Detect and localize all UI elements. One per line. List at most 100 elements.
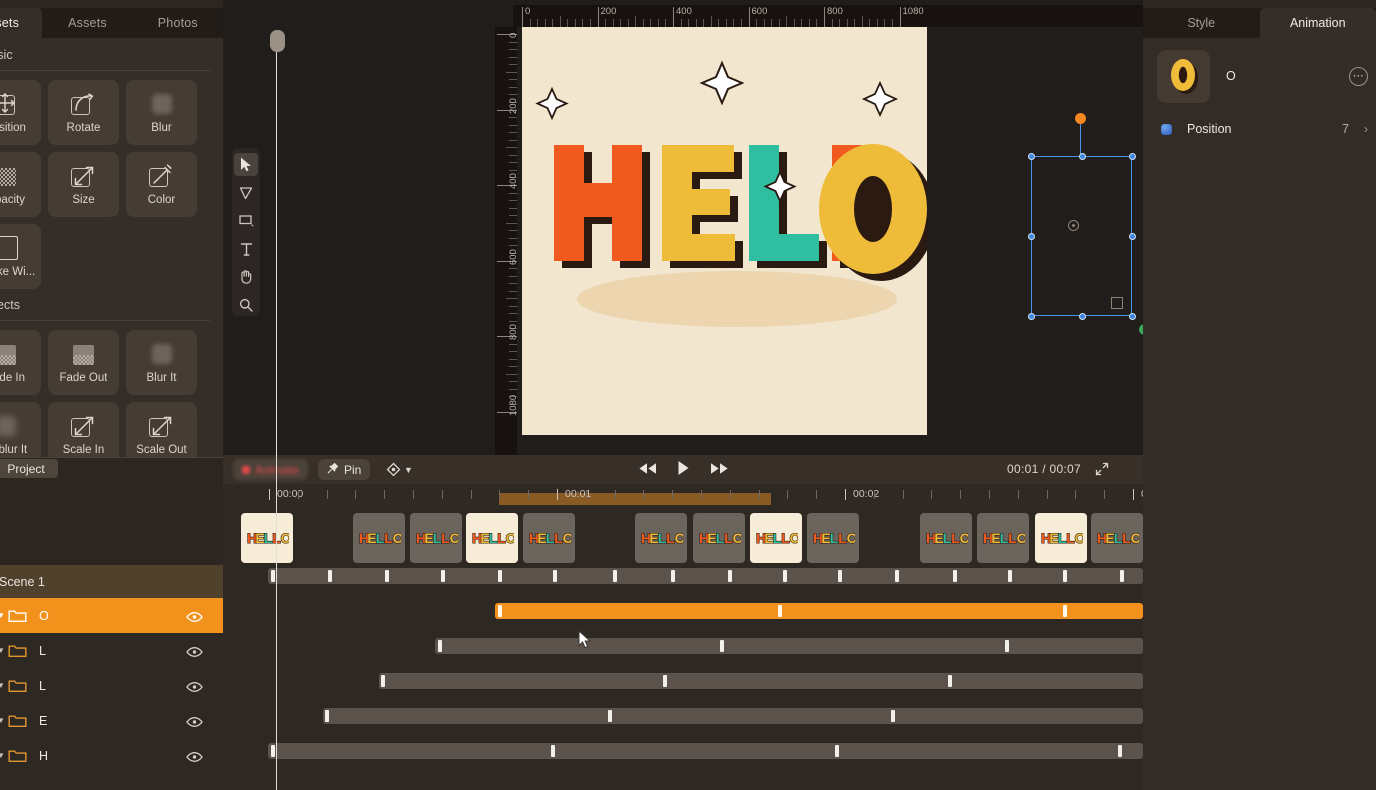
keyframe-marker[interactable] xyxy=(838,570,842,582)
keyframe-marker[interactable] xyxy=(778,605,782,617)
timeline-track[interactable] xyxy=(268,568,1143,584)
filmstrip-frame[interactable]: HELLO xyxy=(241,513,293,563)
rectangle-tool[interactable] xyxy=(234,209,258,232)
keyframe-marker[interactable] xyxy=(328,570,332,582)
preset-position[interactable]: Position xyxy=(0,80,41,145)
chevron-down-icon[interactable]: ▼ xyxy=(0,716,7,725)
play-icon[interactable] xyxy=(677,460,690,481)
keyframe-marker[interactable] xyxy=(271,745,275,757)
keyframe-marker[interactable] xyxy=(720,640,724,652)
keyframe-marker[interactable] xyxy=(948,675,952,687)
chevron-down-icon[interactable]: ▼ xyxy=(404,465,413,475)
tab-presets[interactable]: Presets xyxy=(0,8,43,38)
expand-icon[interactable] xyxy=(1095,462,1109,481)
chevron-right-icon[interactable]: › xyxy=(1364,122,1368,136)
filmstrip-frame[interactable]: HELLO xyxy=(1035,513,1087,563)
direct-select-tool[interactable] xyxy=(234,181,258,204)
keyframe-marker[interactable] xyxy=(553,570,557,582)
chevron-down-icon[interactable]: ▼ xyxy=(0,751,7,760)
animate-record-button[interactable]: Animate xyxy=(233,459,309,480)
keyframe-marker[interactable] xyxy=(441,570,445,582)
preset-scale-out[interactable]: Scale Out xyxy=(126,402,197,458)
preset-fade-in[interactable]: Fade In xyxy=(0,330,41,395)
layer-row-h[interactable]: ▼ H xyxy=(0,738,223,773)
filmstrip-frame[interactable]: HELLO xyxy=(750,513,802,563)
keyframe-diamond-icon[interactable]: ▼ xyxy=(386,462,413,477)
handle-top-right[interactable] xyxy=(1129,153,1136,160)
keyframe-marker[interactable] xyxy=(1005,640,1009,652)
timeline-track[interactable] xyxy=(379,673,1143,689)
keyframe-marker[interactable] xyxy=(381,675,385,687)
selected-object-row[interactable]: O ⋯ xyxy=(1143,48,1376,104)
visibility-eye-icon[interactable] xyxy=(186,610,203,622)
preset-scale-in[interactable]: Scale In xyxy=(48,402,119,458)
playhead-knob[interactable] xyxy=(270,30,285,52)
keyframe-marker[interactable] xyxy=(1008,570,1012,582)
tab-animation[interactable]: Animation xyxy=(1259,8,1376,38)
filmstrip-frame[interactable]: HELLO xyxy=(466,513,518,563)
keyframe-marker[interactable] xyxy=(498,605,502,617)
preset-fade-out[interactable]: Fade Out xyxy=(48,330,119,395)
filmstrip-frame[interactable]: HELLO xyxy=(807,513,859,563)
tab-photos[interactable]: Photos xyxy=(133,8,223,38)
scene-header[interactable]: Scene 1 xyxy=(0,565,223,598)
filmstrip-frame[interactable]: HELLO xyxy=(693,513,745,563)
handle-bottom-center[interactable] xyxy=(1079,313,1086,320)
keyframe-marker[interactable] xyxy=(663,675,667,687)
keyframe-marker[interactable] xyxy=(895,570,899,582)
keyframe-marker[interactable] xyxy=(671,570,675,582)
preset-opacity[interactable]: Opacity xyxy=(0,152,41,217)
layer-row-l1[interactable]: ▼ L xyxy=(0,633,223,668)
filmstrip-frame[interactable]: HELLO xyxy=(410,513,462,563)
handle-bottom-right[interactable] xyxy=(1129,313,1136,320)
filmstrip-frame[interactable]: HELLO xyxy=(353,513,405,563)
keyframe-marker[interactable] xyxy=(613,570,617,582)
layer-row-l2[interactable]: ▼ L xyxy=(0,668,223,703)
timeline-track[interactable] xyxy=(323,708,1143,724)
fast-forward-icon[interactable] xyxy=(710,462,729,480)
zoom-tool[interactable] xyxy=(234,293,258,316)
keyframe-marker[interactable] xyxy=(1118,745,1122,757)
timeline-track[interactable] xyxy=(268,743,1143,759)
transform-anchor-point[interactable] xyxy=(1068,220,1079,231)
filmstrip-frame[interactable]: HELLO xyxy=(920,513,972,563)
filmstrip-frame[interactable]: HELLO xyxy=(635,513,687,563)
keyframe-marker[interactable] xyxy=(385,570,389,582)
tab-assets[interactable]: Assets xyxy=(42,8,132,38)
rotate-handle[interactable] xyxy=(1075,113,1086,124)
timeline-ruler[interactable]: 00:0000:0100:0200:03 xyxy=(223,484,1143,509)
resize-corner-gizmo[interactable] xyxy=(1111,297,1123,309)
keyframe-marker[interactable] xyxy=(498,570,502,582)
chevron-down-icon[interactable]: ▼ xyxy=(0,646,7,655)
handle-mid-right[interactable] xyxy=(1129,233,1136,240)
filmstrip-frame[interactable]: HELLO xyxy=(977,513,1029,563)
keyframe-marker[interactable] xyxy=(271,570,275,582)
preset-blur-it[interactable]: Blur It xyxy=(126,330,197,395)
pin-button[interactable]: Pin xyxy=(318,459,371,480)
preset-unblur-it[interactable]: Unblur It xyxy=(0,402,41,458)
rewind-icon[interactable] xyxy=(638,462,657,480)
visibility-eye-icon[interactable] xyxy=(186,715,203,727)
handle-top-left[interactable] xyxy=(1028,153,1035,160)
filmstrip[interactable]: HELLOHELLOHELLOHELLOHELLOHELLOHELLOHELLO… xyxy=(223,509,1143,567)
keyframe-marker[interactable] xyxy=(438,640,442,652)
keyframe-marker[interactable] xyxy=(325,710,329,722)
timeline-track[interactable] xyxy=(435,638,1143,654)
handle-bottom-left[interactable] xyxy=(1028,313,1035,320)
select-arrow-tool[interactable] xyxy=(234,153,258,176)
keyframe-marker[interactable] xyxy=(728,570,732,582)
project-button[interactable]: Project xyxy=(0,459,58,478)
keyframe-marker[interactable] xyxy=(953,570,957,582)
layer-row-e[interactable]: ▼ E xyxy=(0,703,223,738)
preset-size[interactable]: Size xyxy=(48,152,119,217)
filmstrip-frame[interactable]: HELLO xyxy=(523,513,575,563)
filmstrip-frame[interactable]: HELLO xyxy=(1091,513,1143,563)
preset-rotate[interactable]: Rotate xyxy=(48,80,119,145)
preset-blur[interactable]: Blur xyxy=(126,80,197,145)
ellipsis-icon[interactable]: ⋯ xyxy=(1349,66,1368,86)
layer-row-o[interactable]: ▼ O xyxy=(0,598,223,633)
chevron-down-icon[interactable]: ▼ xyxy=(0,611,7,620)
preset-stroke-width[interactable]: Stroke Wi... xyxy=(0,224,41,289)
keyframe-marker[interactable] xyxy=(783,570,787,582)
keyframe-marker[interactable] xyxy=(1120,570,1124,582)
